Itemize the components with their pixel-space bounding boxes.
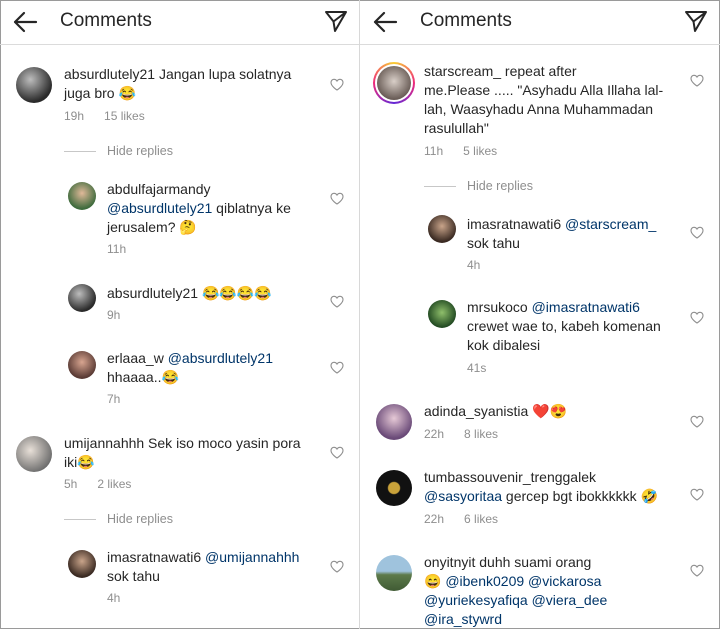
arrow-left-icon[interactable] (372, 10, 398, 34)
reply-time: 41s (467, 361, 487, 375)
comment-username[interactable]: onyitnyit (424, 554, 475, 570)
heart-outline-icon[interactable] (690, 488, 704, 501)
reply-text: hhaaaa..😂 (107, 369, 179, 385)
comment-username[interactable]: starscream_ (424, 63, 501, 79)
avatar[interactable] (68, 351, 96, 379)
heart-outline-icon[interactable] (690, 74, 704, 87)
comment-text: duhh suami orang (475, 554, 592, 570)
mention-link[interactable]: @ira_stywrd (424, 611, 502, 627)
reply-username[interactable]: mrsukoco (467, 299, 528, 315)
avatar[interactable] (428, 300, 456, 328)
comment-time: 22h (424, 512, 445, 526)
reply-text: qiblatnya ke (212, 200, 291, 216)
comment-text: gercep bgt ibokkkkkk 🤣 (502, 488, 658, 504)
avatar[interactable] (68, 284, 96, 312)
heart-outline-icon[interactable] (330, 192, 344, 205)
avatar[interactable] (376, 555, 412, 591)
heart-outline-icon[interactable] (690, 564, 704, 577)
hide-replies-line (424, 186, 456, 187)
heart-outline-icon[interactable] (330, 295, 344, 308)
reply-text: crewet wae to, kabeh komenan (467, 318, 661, 334)
mention-link[interactable]: @viera_dee (528, 592, 608, 608)
reply-text: jerusalem? 🤔 (107, 219, 197, 235)
reply-time: 11h (107, 242, 127, 256)
hide-replies-line (64, 151, 96, 152)
mention-link[interactable]: @absurdlutely21 (107, 200, 212, 216)
comment-time: 11h (424, 144, 444, 158)
mention-link[interactable]: @starscream_ (565, 216, 656, 232)
hide-replies-link[interactable]: Hide replies (107, 144, 173, 158)
comment-likes[interactable]: 15 likes (104, 109, 145, 123)
reply-text: kok dibalesi (467, 337, 541, 353)
right-comments-screen: Comments starscream_ repeat after me.Ple… (360, 0, 720, 629)
heart-outline-icon[interactable] (690, 311, 704, 324)
avatar[interactable] (68, 182, 96, 210)
comment-username[interactable]: adinda_syanistia (424, 403, 528, 419)
mention-link[interactable]: @sasyoritaa (424, 488, 502, 504)
comment-username[interactable]: absurdlutely21 (64, 66, 155, 82)
comment-text: iki😂 (64, 454, 95, 470)
comment-text: juga bro 😂 (64, 85, 136, 101)
heart-outline-icon[interactable] (330, 446, 344, 459)
comment-likes[interactable]: 2 likes (97, 477, 131, 491)
comment-text: rasulullah" (424, 120, 489, 136)
avatar[interactable] (376, 404, 412, 440)
reply-text: sok tahu (107, 568, 160, 584)
comment-text: ❤️😍 (528, 403, 568, 419)
hide-replies-link[interactable]: Hide replies (107, 512, 173, 526)
avatar-story-ring[interactable] (373, 62, 415, 104)
comment-text: repeat after (501, 63, 577, 79)
avatar[interactable] (376, 470, 412, 506)
mention-link[interactable]: @umijannahhh (205, 549, 299, 565)
page-title: Comments (60, 10, 152, 31)
page-title: Comments (420, 10, 512, 31)
reply-username[interactable]: absurdlutely21 (107, 285, 198, 301)
comment-time: 19h (64, 109, 85, 123)
comments-header: Comments (0, 0, 360, 45)
avatar[interactable] (16, 67, 52, 103)
reply-username[interactable]: abdulfajarmandy (107, 180, 322, 199)
comment-username[interactable]: tumbassouvenir_trenggalek (424, 468, 694, 487)
heart-outline-icon[interactable] (330, 560, 344, 573)
mention-link[interactable]: @imasratnawati6 (532, 299, 640, 315)
reply-username[interactable]: imasratnawati6 (107, 549, 201, 565)
send-icon[interactable] (684, 9, 708, 33)
mention-link[interactable]: @absurdlutely21 (168, 350, 273, 366)
heart-outline-icon[interactable] (330, 361, 344, 374)
reply-time: 9h (107, 308, 121, 322)
heart-outline-icon[interactable] (690, 415, 704, 428)
left-comments-screen: Comments absurdlutely21 Jangan lupa sola… (0, 0, 360, 629)
mention-link[interactable]: @ibenk0209 (445, 573, 524, 589)
reply-time: 7h (107, 392, 121, 406)
reply-username[interactable]: imasratnawati6 (467, 216, 561, 232)
reply-username[interactable]: erlaaa_w (107, 350, 164, 366)
comment-text: Jangan lupa solatnya (155, 66, 292, 82)
arrow-left-icon[interactable] (12, 10, 38, 34)
mention-link[interactable]: @vickarosa (524, 573, 601, 589)
comment-likes[interactable]: 5 likes (463, 144, 497, 158)
comments-header: Comments (360, 0, 720, 45)
comment-text: me.Please ..... "Asyhadu Alla Illaha lal… (424, 82, 664, 98)
comment-text: lah, Waasyhadu Anna Muhammadan (424, 101, 654, 117)
heart-outline-icon[interactable] (690, 226, 704, 239)
comment-time: 22h (424, 427, 445, 441)
reply-time: 4h (107, 591, 121, 605)
hide-replies-link[interactable]: Hide replies (467, 179, 533, 193)
comment-time: 5h (64, 477, 78, 491)
comment-likes[interactable]: 8 likes (464, 427, 498, 441)
reply-time: 4h (467, 258, 481, 272)
comment-username[interactable]: umijannahhh (64, 435, 144, 451)
hide-replies-line (64, 519, 96, 520)
comment-likes[interactable]: 6 likes (464, 512, 498, 526)
comment-text: Sek iso moco yasin pora (144, 435, 301, 451)
avatar[interactable] (428, 215, 456, 243)
mention-link[interactable]: @yuriekesyafiqa (424, 592, 528, 608)
avatar[interactable] (16, 436, 52, 472)
send-icon[interactable] (324, 9, 348, 33)
reply-text: 😂😂😂😂 (198, 285, 272, 301)
reply-text: sok tahu (467, 235, 520, 251)
avatar[interactable] (68, 550, 96, 578)
heart-outline-icon[interactable] (330, 78, 344, 91)
comment-emoji: 😄 (424, 573, 446, 589)
